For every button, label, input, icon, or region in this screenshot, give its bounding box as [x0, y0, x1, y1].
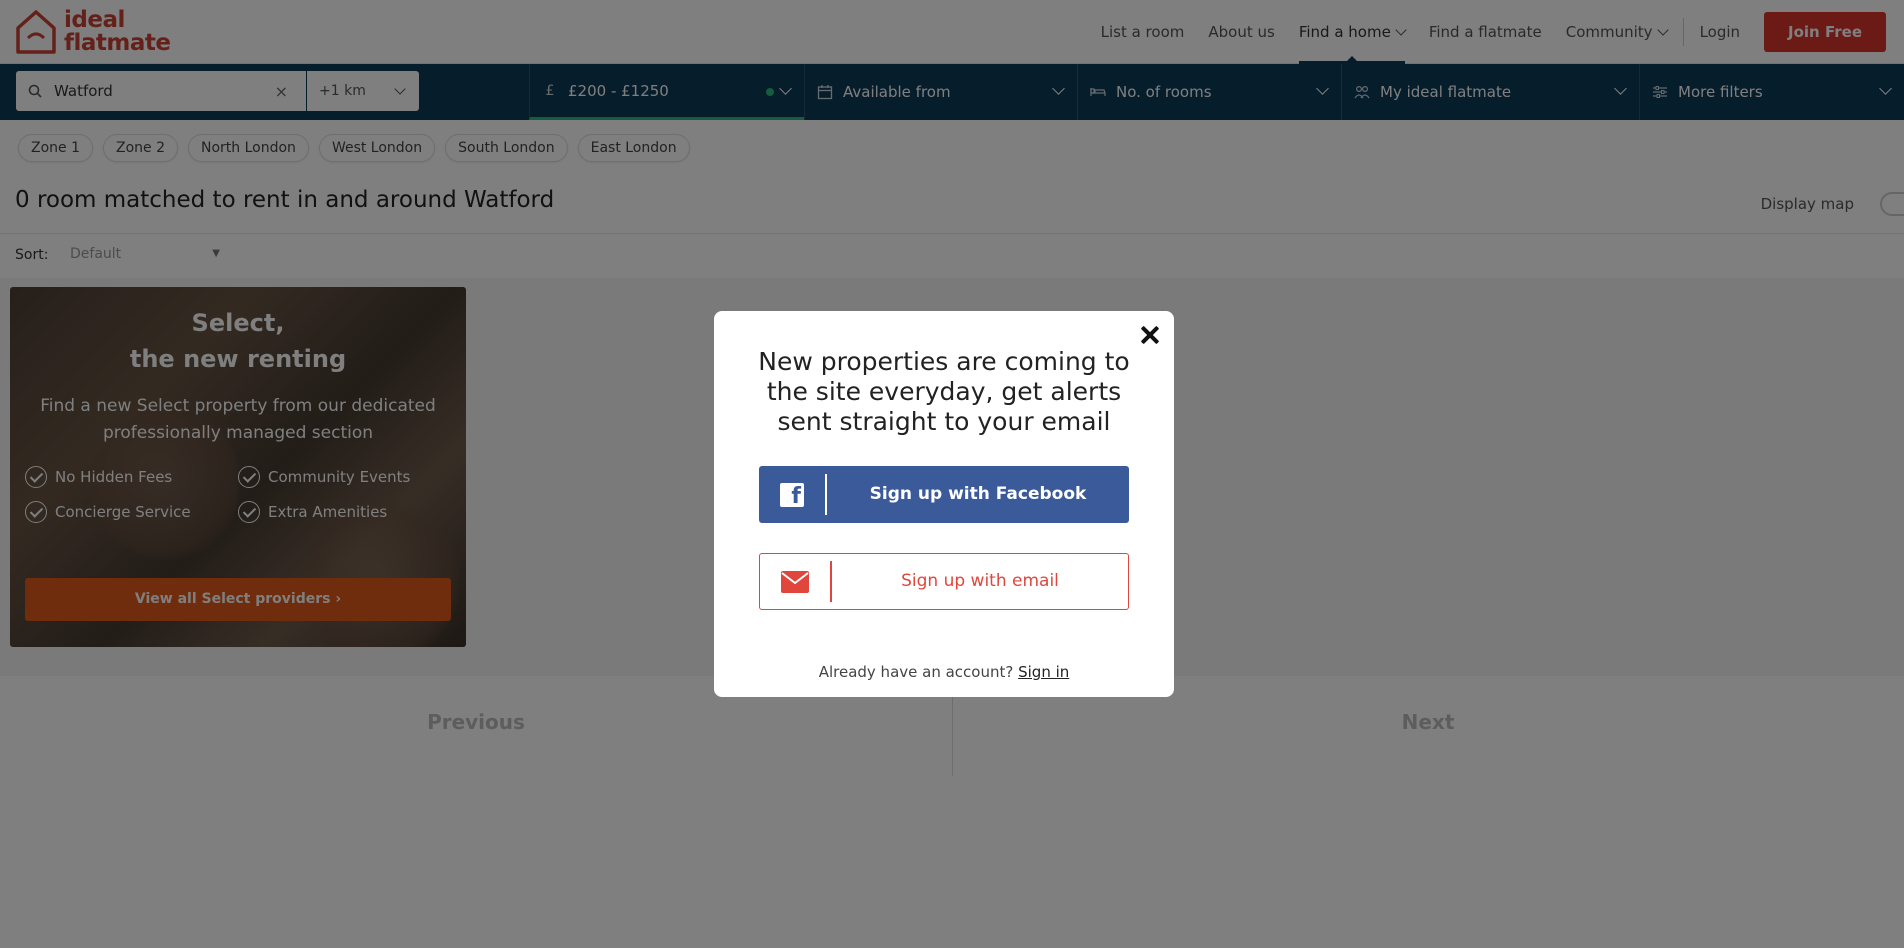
facebook-signup-button[interactable]: f Sign up with Facebook	[759, 466, 1129, 523]
facebook-signup-label: Sign up with Facebook	[869, 484, 1087, 504]
envelope-icon	[760, 554, 830, 609]
modal-heading: New properties are coming to the site ev…	[758, 347, 1130, 436]
signup-modal: New properties are coming to the site ev…	[714, 311, 1174, 697]
already-have-account: Already have an account? Sign in	[714, 663, 1174, 681]
already-have-account-text: Already have an account?	[818, 663, 1014, 681]
sign-in-link[interactable]: Sign in	[1018, 663, 1069, 681]
close-icon[interactable]	[1138, 323, 1162, 347]
email-signup-button[interactable]: Sign up with email	[759, 553, 1129, 610]
facebook-icon: f	[759, 466, 825, 523]
email-signup-label: Sign up with email	[901, 571, 1059, 591]
